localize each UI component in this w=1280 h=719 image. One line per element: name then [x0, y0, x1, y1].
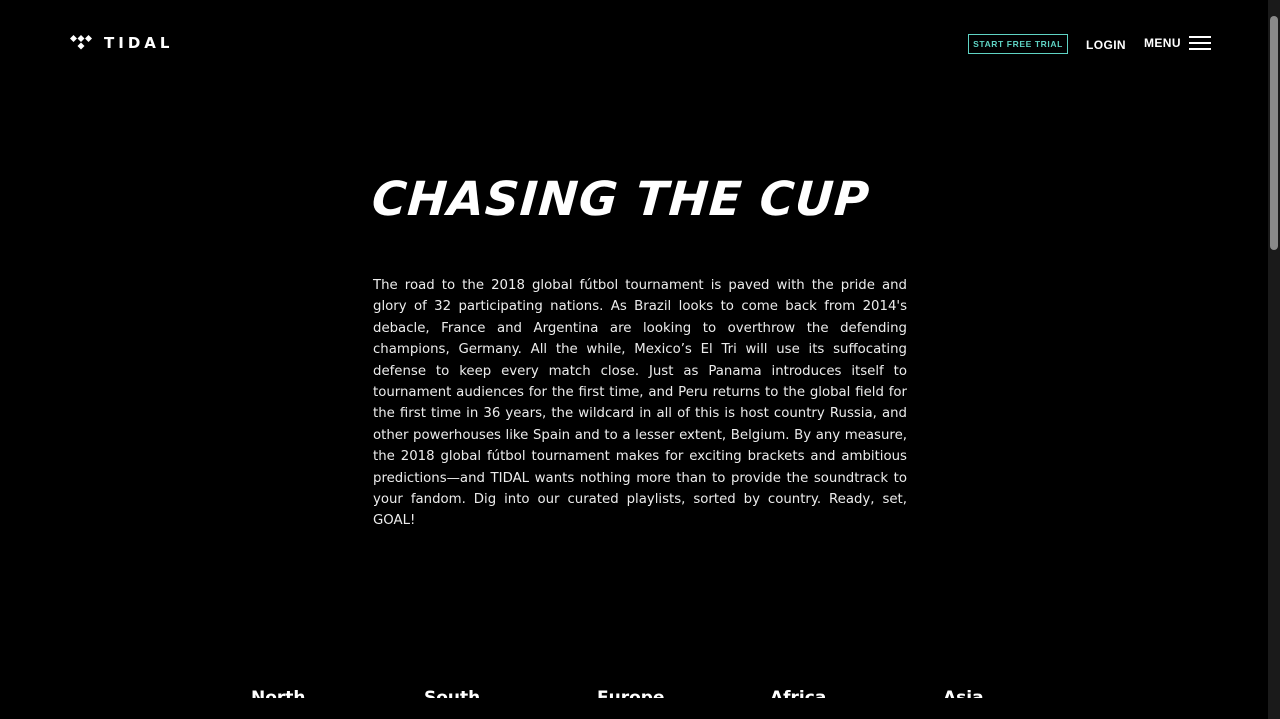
page: TIDAL START FREE TRIAL LOGIN MENU CHASIN…: [0, 0, 1280, 719]
menu-button[interactable]: MENU: [1144, 36, 1211, 50]
viewport-fold: [0, 698, 1268, 719]
tidal-logo[interactable]: TIDAL: [70, 34, 173, 52]
menu-label: MENU: [1144, 36, 1181, 50]
hamburger-icon: [1188, 36, 1211, 50]
scrollbar[interactable]: [1268, 0, 1280, 719]
scrollbar-thumb[interactable]: [1270, 16, 1278, 250]
login-link[interactable]: LOGIN: [1086, 38, 1126, 52]
page-title: CHASING THE CUP: [370, 172, 872, 227]
start-free-trial-button[interactable]: START FREE TRIAL: [968, 34, 1068, 54]
brand-name: TIDAL: [104, 34, 174, 52]
intro-paragraph: The road to the 2018 global fútbol tourn…: [373, 278, 907, 529]
tidal-logo-icon: [70, 35, 92, 50]
